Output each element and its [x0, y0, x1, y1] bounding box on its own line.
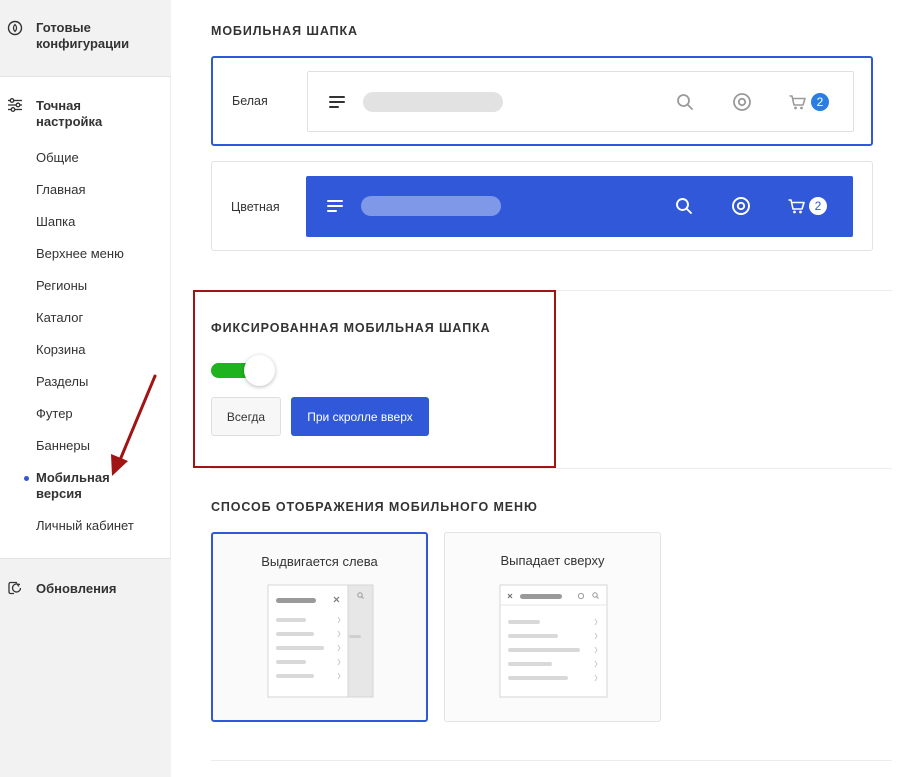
hamburger-icon: [329, 96, 345, 108]
sidebar-item-cart[interactable]: Корзина: [36, 342, 86, 358]
sidebar-section-updates[interactable]: Обновления: [0, 558, 171, 777]
sidebar-item-footer[interactable]: Футер: [36, 406, 73, 422]
hamburger-icon: [327, 200, 343, 212]
search-placeholder-bar: [361, 196, 501, 216]
section-divider: [211, 468, 892, 469]
sidebar-item-home[interactable]: Главная: [36, 182, 85, 198]
menu-option-label: Выдвигается слева: [261, 554, 378, 569]
sliders-icon: [8, 98, 22, 112]
menu-option-drop-top[interactable]: Выпадает сверху: [444, 532, 661, 722]
fixed-header-toggle[interactable]: [211, 355, 277, 386]
sidebar-item-catalog[interactable]: Каталог: [36, 310, 83, 326]
active-indicator-dot: [24, 476, 29, 481]
mobile-header-heading: МОБИЛЬНАЯ ШАПКА: [211, 24, 358, 38]
cart-icon: [789, 95, 806, 110]
sidebar-item-account[interactable]: Личный кабинет: [36, 518, 134, 534]
header-option-label: Белая: [232, 94, 268, 108]
section-divider: [211, 760, 892, 761]
sidebar-item-header[interactable]: Шапка: [36, 214, 75, 230]
menu-option-slide-left[interactable]: Выдвигается слева: [211, 532, 428, 722]
sidebar-section-presets[interactable]: Готовые конфигурации: [0, 0, 171, 77]
search-icon: [676, 198, 692, 214]
drop-top-menu-preview: [499, 584, 608, 698]
slide-left-menu-preview: [267, 584, 374, 698]
cart-icon: [788, 199, 805, 214]
search-icon: [677, 94, 693, 110]
cart-count-badge: 2: [809, 197, 827, 215]
sidebar-item-mobile[interactable]: версия: [36, 486, 82, 502]
sidebar-item-sections[interactable]: Разделы: [36, 374, 88, 390]
annotation-arrow-icon: [111, 374, 157, 476]
fixed-header-heading: ФИКСИРОВАННАЯ МОБИЛЬНАЯ ШАПКА: [211, 321, 491, 335]
header-option-white[interactable]: Белая 2: [211, 56, 873, 146]
sidebar-section-title: Готовые: [36, 20, 91, 35]
update-icon: [8, 581, 22, 595]
header-preview-colored: 2: [306, 176, 853, 237]
search-placeholder-bar: [363, 92, 503, 112]
user-circle-icon: [732, 197, 750, 215]
menu-display-heading: СПОСОБ ОТОБРАЖЕНИЯ МОБИЛЬНОГО МЕНЮ: [211, 500, 538, 514]
toggle-knob: [244, 355, 275, 386]
sidebar-section-title: конфигурации: [36, 36, 130, 51]
menu-option-label: Выпадает сверху: [500, 553, 605, 568]
sidebar-item-mobile[interactable]: Мобильная: [36, 470, 110, 486]
user-circle-icon: [733, 93, 751, 111]
sidebar-section-title[interactable]: настройка: [36, 114, 102, 130]
sidebar-section-title[interactable]: Точная: [36, 98, 81, 114]
on-scroll-up-button[interactable]: При скролле вверх: [291, 397, 429, 436]
sidebar-item-banners[interactable]: Баннеры: [36, 438, 90, 454]
header-option-label: Цветная: [231, 200, 280, 214]
sidebar-item-general[interactable]: Общие: [36, 150, 79, 166]
always-button[interactable]: Всегда: [211, 397, 281, 436]
sidebar-item-regions[interactable]: Регионы: [36, 278, 87, 294]
cart-count-badge: 2: [811, 93, 829, 111]
header-preview-white: 2: [307, 71, 854, 132]
palette-icon: [7, 20, 23, 36]
header-option-colored[interactable]: Цветная 2: [211, 161, 873, 251]
sidebar-item-top-menu[interactable]: Верхнее меню: [36, 246, 124, 262]
sidebar-section-title: Обновления: [36, 581, 117, 596]
